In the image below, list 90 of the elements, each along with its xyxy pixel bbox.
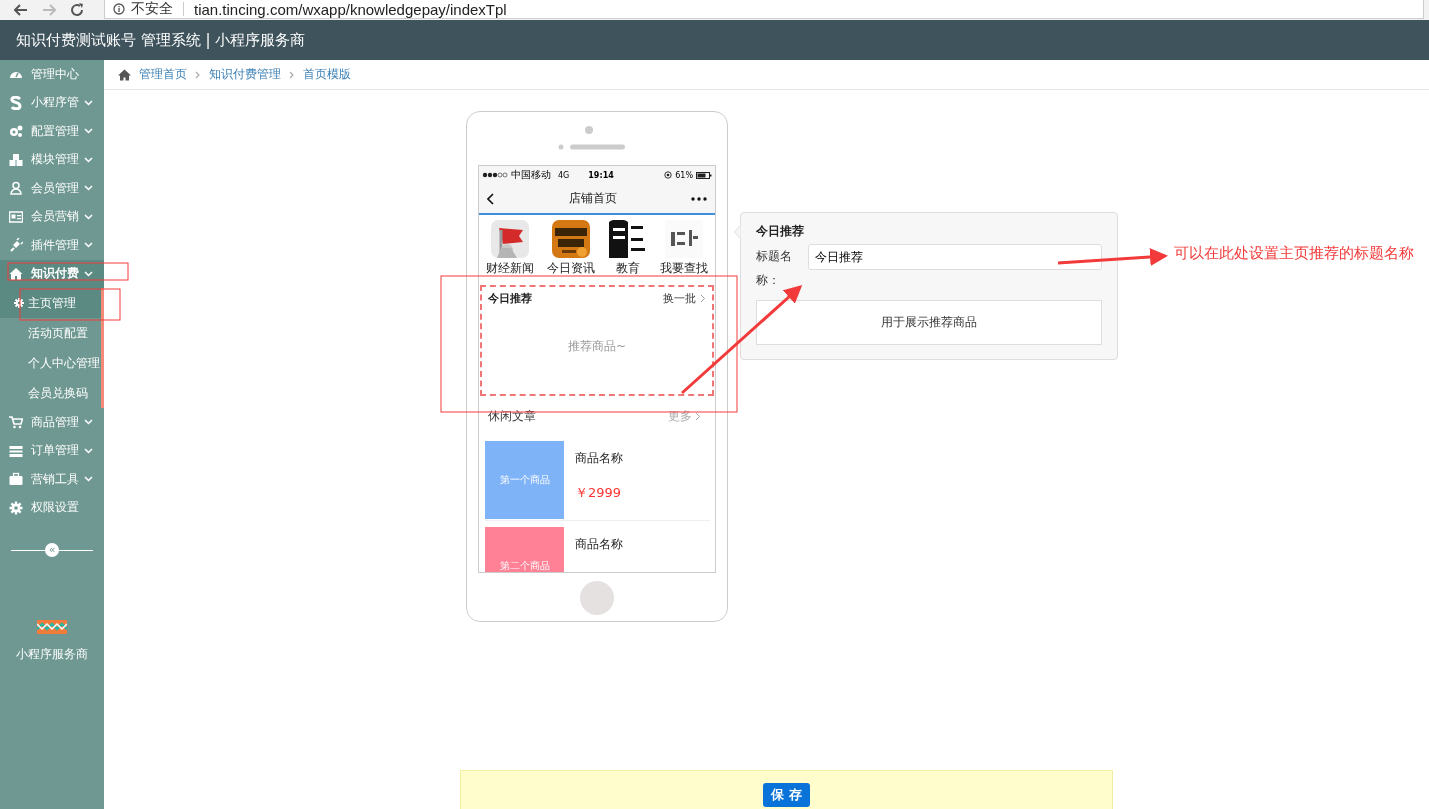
caret-icon: [84, 156, 93, 163]
list-icon: [9, 443, 23, 458]
url-text: tian.tincing.com/wxapp/knowledgepay/indexTpl: [194, 0, 507, 18]
shortcut-label[interactable]: 财经新闻: [485, 260, 534, 277]
placeholder-text: 推荐商品~: [566, 338, 628, 355]
breadcrumb-link[interactable]: 管理首页: [139, 66, 187, 83]
more-icon: [691, 196, 707, 201]
thumbnail-label: 第二个商品: [499, 559, 550, 572]
more-link[interactable]: 更多: [668, 408, 701, 425]
caret-icon: [84, 128, 93, 135]
home-icon: [9, 266, 23, 281]
sidebar-item[interactable]: 管理中心: [0, 60, 104, 89]
clock-text: 19:14: [588, 170, 614, 180]
sidebar-item[interactable]: 订单管理: [0, 436, 104, 465]
sidebar-item[interactable]: 插件管理: [0, 231, 104, 260]
sidebar-item[interactable]: 模块管理: [0, 145, 104, 174]
plug-icon: [9, 238, 23, 253]
sidebar-item[interactable]: 营销工具: [0, 465, 104, 494]
id-card-icon: [9, 209, 23, 224]
save-button[interactable]: 保 存: [763, 783, 810, 807]
caret-icon: [84, 270, 93, 277]
chevron-icon: [695, 412, 701, 421]
app-title: 知识付费测试账号 管理系统 | 小程序服务商: [16, 30, 306, 50]
submenu-item[interactable]: 会员兑换码: [0, 378, 101, 408]
sidebar-item[interactable]: 小程序管: [0, 88, 104, 117]
info-icon: [113, 3, 125, 15]
signal-icon: [482, 172, 508, 178]
chevron-icon: [289, 70, 295, 79]
shortcut-label[interactable]: 教育: [615, 260, 640, 277]
sidebar-item[interactable]: 权限设置: [0, 493, 104, 522]
logo-icon: [37, 620, 67, 634]
caret-icon: [84, 185, 93, 192]
sidebar-item[interactable]: 会员营销: [0, 202, 104, 231]
caret-icon: [84, 476, 93, 483]
gear-icon: [14, 298, 24, 308]
panel-title: 今日推荐: [756, 223, 805, 240]
thumbnail-label: 第一个商品: [499, 473, 550, 487]
user-icon: [9, 181, 23, 196]
field-label: 标题名称：: [756, 248, 793, 289]
brand-name: 小程序服务商: [16, 646, 88, 663]
shortcut-label[interactable]: 我要查找: [660, 260, 709, 277]
submenu-item[interactable]: 个人中心管理: [0, 348, 101, 378]
briefcase-icon: [9, 472, 23, 487]
product-card[interactable]: 第一个商品 商品名称 ￥2999: [485, 441, 710, 521]
chevron-icon: [195, 70, 201, 79]
address-field[interactable]: 不安全 tian.tincing.com/wxapp/knowledgepay/indexTpl: [104, 0, 1424, 19]
home-button[interactable]: [580, 581, 614, 615]
chevron-icon: [700, 294, 706, 303]
battery-icon: [696, 171, 712, 179]
caret-icon: [84, 242, 93, 249]
caret-icon: [84, 213, 93, 220]
submenu-item[interactable]: 活动页配置: [0, 318, 101, 348]
product-name: 商品名称: [575, 536, 623, 553]
caret-icon: [84, 447, 93, 454]
shortcut-label[interactable]: 今日资讯: [547, 260, 596, 277]
carrier-text: 中国移动: [511, 168, 551, 182]
section-title: 休闲文章: [488, 408, 536, 425]
title-input[interactable]: 今日推荐: [808, 244, 1102, 270]
battery-text: 61%: [675, 170, 693, 180]
cubes-icon: [9, 152, 23, 167]
camera-speaker-drawing: [558, 124, 628, 150]
section-title: 今日推荐: [488, 291, 532, 306]
home-icon: [118, 68, 131, 81]
security-label: 不安全: [131, 0, 173, 18]
forward-icon: [42, 4, 56, 16]
page-title: 店铺首页: [569, 190, 617, 207]
caret-icon: [84, 419, 93, 426]
network-text: 4G: [558, 170, 570, 180]
product-price: ￥2999: [575, 484, 623, 502]
sidebar-item[interactable]: 商品管理: [0, 408, 104, 437]
sidebar-item[interactable]: 会员管理: [0, 174, 104, 203]
back-icon: [14, 4, 28, 16]
description-text: 用于展示推荐商品: [881, 314, 977, 331]
settings-icon: [9, 500, 23, 515]
cart-icon: [9, 415, 23, 430]
gears-icon: [9, 124, 23, 139]
collapse-button[interactable]: «: [45, 543, 59, 557]
breadcrumb-link[interactable]: 知识付费管理: [209, 66, 281, 83]
product-name: 商品名称: [575, 450, 623, 467]
sidebar-item[interactable]: 配置管理: [0, 117, 104, 146]
squiggle-icon: [9, 95, 23, 110]
refresh-link[interactable]: 换一批: [663, 291, 706, 306]
recommend-module[interactable]: 今日推荐 换一批 推荐商品~: [480, 285, 714, 396]
submenu-item[interactable]: 主页管理: [0, 288, 101, 318]
lock-rotation-icon: [664, 171, 673, 179]
back-icon: [487, 192, 495, 205]
annotation-note: 可以在此处设置主页推荐的标题名称: [1174, 245, 1415, 262]
reload-icon: [70, 3, 84, 17]
breadcrumb-link[interactable]: 首页模版: [303, 66, 351, 83]
caret-icon: [84, 99, 93, 106]
